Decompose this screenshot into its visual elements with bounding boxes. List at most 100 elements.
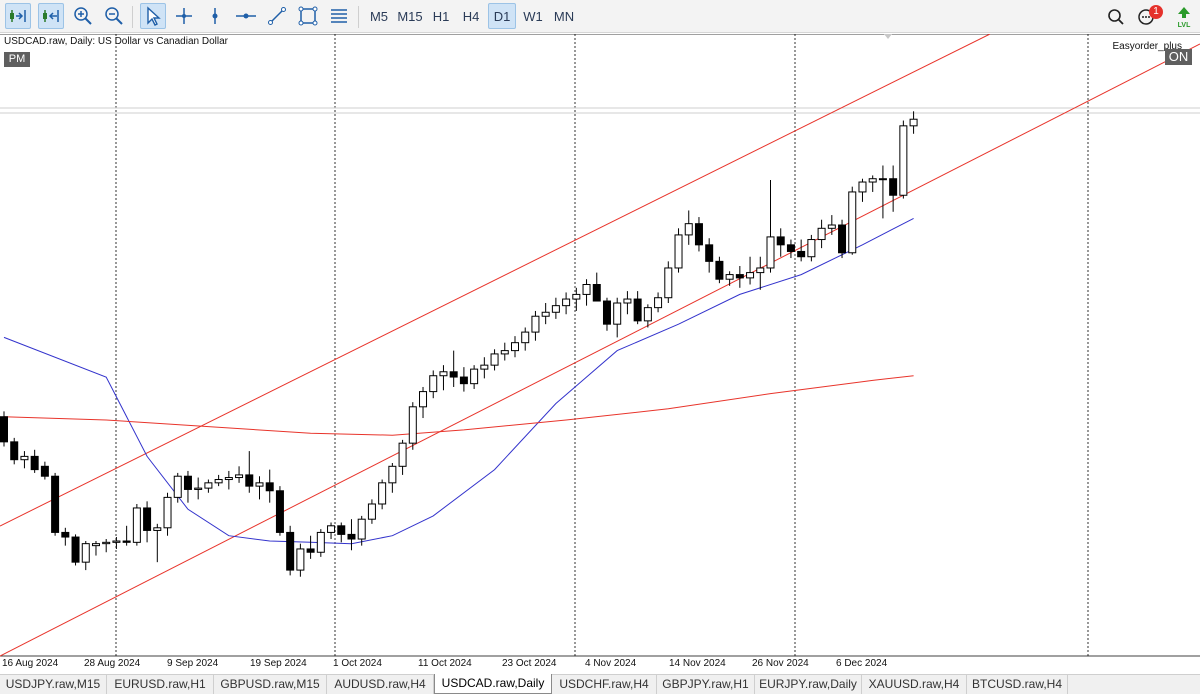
search-button[interactable]: [1104, 5, 1128, 29]
timeframe-m5-button[interactable]: M5: [365, 3, 393, 29]
channel-lower-line: [0, 43, 1200, 657]
candle: [306, 535, 315, 559]
chart-tab[interactable]: BTCUSD.raw,H4: [967, 675, 1068, 694]
candle: [654, 292, 663, 313]
candle: [613, 297, 622, 338]
chart-shift-icon: [43, 10, 59, 22]
candle: [592, 272, 601, 302]
zoom-out-button[interactable]: [101, 3, 127, 29]
bull-candle-body: [848, 191, 857, 254]
candle: [602, 297, 611, 331]
toolbar: M5 M15 H1 H4 D1 W1 MN 1 LVL: [0, 0, 1200, 33]
price-chart[interactable]: [0, 34, 1200, 674]
timeframe-h1-button[interactable]: H1: [428, 3, 454, 29]
chart-tab[interactable]: EURJPY.raw,Daily: [755, 675, 862, 694]
vertical-line-icon: [212, 8, 218, 24]
bull-candle-body: [531, 315, 540, 333]
chart-tab[interactable]: EURUSD.raw,H1: [107, 675, 214, 694]
chart-tab[interactable]: GBPUSD.raw,M15: [214, 675, 327, 694]
candle: [664, 261, 673, 304]
bull-candle-body: [664, 267, 673, 299]
candle: [490, 349, 499, 371]
candle: [827, 215, 836, 235]
candle: [674, 228, 683, 273]
bull-candle-body: [419, 391, 428, 408]
rectangle-button[interactable]: [295, 3, 321, 29]
bull-candle-body: [214, 479, 223, 484]
bull-candle-body: [316, 531, 325, 553]
moving-averages: [3, 217, 914, 545]
vertical-line-button[interactable]: [202, 3, 228, 29]
bull-candle-body: [153, 527, 162, 531]
fibonacci-button[interactable]: [326, 3, 352, 29]
candle: [112, 537, 121, 549]
timeframe-d1-button[interactable]: D1: [488, 3, 516, 29]
search-icon: [1108, 9, 1124, 25]
chart-tab[interactable]: USDCAD.raw,Daily: [434, 674, 552, 694]
horizontal-line-icon: [236, 13, 256, 19]
bull-candle-body: [408, 406, 417, 444]
bull-candle-body: [500, 350, 509, 355]
candle: [858, 178, 867, 202]
candle: [735, 265, 744, 288]
bear-candle-body: [122, 540, 131, 543]
timeframe-h4-button[interactable]: H4: [458, 3, 484, 29]
candle: [419, 386, 428, 419]
cursor-button[interactable]: [140, 3, 166, 29]
bull-candle-body: [582, 284, 591, 295]
chart-tab[interactable]: GBPJPY.raw,H1: [657, 675, 755, 694]
bull-candle-body: [102, 541, 111, 545]
date-label: 14 Nov 2024: [669, 658, 726, 669]
horizontal-line-button[interactable]: [233, 3, 259, 29]
bull-candle-body: [132, 507, 141, 543]
timeframe-w1-button[interactable]: W1: [519, 3, 547, 29]
bull-candle-body: [327, 525, 336, 533]
crosshair-button[interactable]: [171, 3, 197, 29]
zoom-in-icon: [74, 7, 92, 25]
bear-candle-body: [705, 244, 714, 262]
bull-candle-body: [868, 178, 877, 183]
zoom-in-button[interactable]: [70, 3, 96, 29]
lvl-signal-button[interactable]: LVL: [1172, 5, 1196, 29]
candle: [245, 451, 254, 493]
bear-candle-body: [40, 465, 49, 477]
candle: [91, 541, 100, 556]
candle: [786, 239, 795, 259]
timeframe-mn-button[interactable]: MN: [550, 3, 578, 29]
chart-tab[interactable]: USDCHF.raw,H4: [552, 675, 657, 694]
chart-autoscroll-icon: [10, 10, 26, 22]
candle: [173, 472, 182, 503]
toolbar-separator: [132, 6, 133, 28]
bear-candle-body: [30, 455, 39, 471]
notification-badge: 1: [1149, 5, 1163, 19]
trend-channel[interactable]: [0, 34, 1200, 657]
expert-advisor-state[interactable]: ON: [1165, 49, 1192, 65]
candle: [551, 297, 560, 319]
chart-autoscroll-button[interactable]: [5, 3, 31, 29]
candle: [694, 217, 703, 252]
bull-candle-body: [746, 272, 755, 279]
chart-tab[interactable]: AUDUSD.raw,H4: [327, 675, 434, 694]
bear-candle-body: [0, 416, 8, 443]
chart-shift-button[interactable]: [38, 3, 64, 29]
candle: [429, 370, 438, 399]
bull-candle-body: [684, 223, 693, 236]
candle: [20, 451, 29, 469]
candle: [541, 303, 550, 325]
bull-candle-body: [511, 342, 519, 352]
bull-candle-body: [521, 331, 530, 344]
bear-candle-body: [602, 300, 611, 325]
bull-candle-body: [296, 548, 305, 571]
trend-line-button[interactable]: [264, 3, 290, 29]
candle: [817, 219, 826, 249]
date-label: 16 Aug 2024: [2, 658, 59, 669]
timeframe-m15-button[interactable]: M15: [395, 3, 425, 29]
bull-candle-body: [858, 181, 867, 193]
bull-candle-body: [490, 353, 499, 366]
session-badge: PM: [4, 52, 30, 67]
chart-tab[interactable]: XAUUSD.raw,H4: [862, 675, 967, 694]
bear-candle-body: [735, 274, 744, 279]
period-separator-marker: [884, 34, 892, 39]
chart-tab[interactable]: USDJPY.raw,M15: [0, 675, 107, 694]
bear-candle-body: [694, 223, 703, 246]
